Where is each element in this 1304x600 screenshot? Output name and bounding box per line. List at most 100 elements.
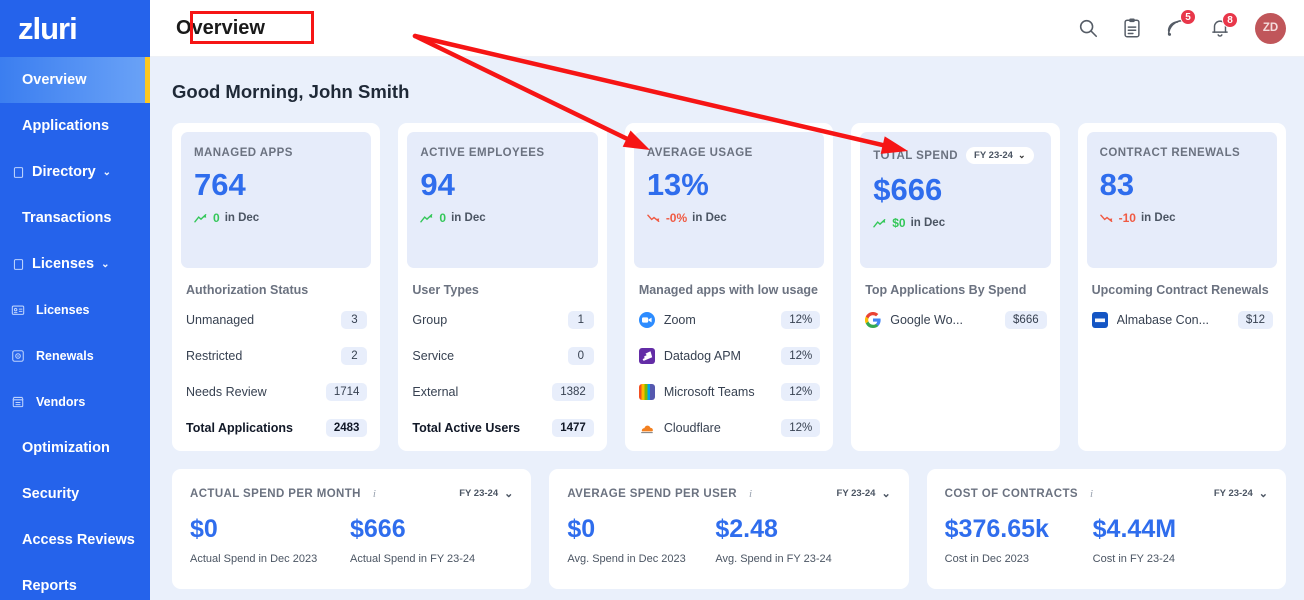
kpi-card: ACTIVE EMPLOYEES 94 0 in Dec User Types Group… [398, 123, 607, 451]
search-icon[interactable] [1077, 17, 1099, 39]
kpi-delta: -10 in Dec [1099, 211, 1264, 225]
list-item[interactable]: Almabase Con... $12 [1087, 302, 1277, 338]
trend-up-icon [194, 213, 208, 223]
sidebar-item-label: Directory [32, 164, 96, 180]
list-item-value: 1 [567, 311, 594, 329]
cloudflare-app-icon [638, 420, 655, 436]
sidebar-item-applications[interactable]: Applications [0, 103, 150, 149]
list-item-label: Restricted [186, 349, 243, 363]
sidebar-item-vendors-sub[interactable]: Vendors [0, 379, 150, 425]
list-item[interactable]: Total Active Users 1477 [407, 410, 597, 446]
fiscal-year-dropdown[interactable]: FY 23-24 ⌄ [459, 487, 513, 500]
trend-down-icon [647, 213, 661, 223]
vendors-icon [10, 394, 26, 410]
list-item[interactable]: External 1382 [407, 374, 597, 410]
list-item-label: Almabase Con... [1116, 313, 1210, 327]
list-item[interactable]: Zoom 12% [634, 302, 824, 338]
sidebar-item-directory[interactable]: Directory ⌄ [0, 149, 150, 195]
greeting: Good Morning, John Smith [172, 81, 410, 102]
sidebar-item-label: Reports [22, 578, 77, 594]
list-item[interactable]: Service 0 [407, 338, 597, 374]
list-item[interactable]: Total Applications 2483 [181, 410, 371, 446]
spend-stat: $4.44M Cost in FY 23-24 [1092, 515, 1268, 565]
sidebar-item-label: Renewals [36, 349, 94, 363]
topbar-icons: 5 8 ZD [1077, 9, 1286, 44]
sidebar-item-label: Security [22, 486, 80, 502]
licenses-icon [10, 256, 26, 272]
list-item[interactable]: Needs Review 1714 [181, 374, 371, 410]
list-item-value: $12 [1237, 311, 1274, 329]
kpi-title-row: ACTIVE EMPLOYEES [420, 147, 584, 159]
kpi-header: CONTRACT RENEWALS 83 -10 in Dec [1086, 132, 1278, 268]
sidebar-item-reports[interactable]: Reports [0, 563, 150, 600]
sidebar-item-label: Transactions [22, 210, 112, 226]
kpi-breakdown-list: Google Wo... $666 [860, 302, 1050, 338]
list-item[interactable]: Group 1 [407, 302, 597, 338]
kpi-subtitle: Upcoming Contract Renewals [1091, 283, 1269, 297]
spend-card: AVERAGE SPEND PER USER i FY 23-24 ⌄ $0 Avg. S… [549, 469, 909, 589]
spend-card: ACTUAL SPEND PER MONTH i FY 23-24 ⌄ $0 Actual… [172, 469, 532, 589]
kpi-delta: 0 in Dec [194, 211, 358, 225]
fiscal-year-value: FY 23-24 [1213, 488, 1253, 499]
sidebar-item-optimization[interactable]: Optimization [0, 425, 150, 471]
clipboard-icon[interactable] [1121, 17, 1143, 39]
chevron-down-icon[interactable]: ⌄ [101, 259, 109, 270]
logo[interactable]: zluri [0, 0, 150, 57]
sidebar-item-licenses-sub[interactable]: Licenses [0, 287, 150, 333]
sidebar-item-label: Licenses [36, 303, 90, 317]
fiscal-year-dropdown[interactable]: FY 23-24 ⌄ [1214, 487, 1268, 500]
kpi-subtitle: Top Applications By Spend [865, 283, 1027, 297]
kpi-value: 94 [420, 167, 455, 202]
list-item[interactable]: Google Wo... $666 [860, 302, 1050, 338]
info-icon[interactable]: i [373, 488, 376, 500]
bottom-card-row: ACTUAL SPEND PER MONTH i FY 23-24 ⌄ $0 Actual… [172, 469, 1286, 589]
list-item-label: Group [412, 313, 448, 327]
list-item-value: 12% [781, 347, 821, 365]
chevron-down-icon: ⌄ [1017, 150, 1026, 160]
kpi-header: ACTIVE EMPLOYEES 94 0 in Dec [407, 132, 598, 268]
kpi-value: 83 [1099, 167, 1135, 202]
fiscal-year-dropdown[interactable]: FY 23-24 ⌄ [966, 147, 1034, 164]
kpi-title-row: AVERAGE USAGE [647, 147, 811, 159]
list-item-value: 12% [781, 311, 821, 329]
avatar[interactable]: ZD [1255, 12, 1286, 44]
spend-card-header: AVERAGE SPEND PER USER i FY 23-24 ⌄ [567, 487, 891, 501]
rss-icon[interactable]: 5 [1165, 9, 1196, 39]
sidebar-item-security[interactable]: Security [0, 471, 150, 517]
license-card-icon [10, 302, 26, 318]
kpi-delta-period: in Dec [910, 217, 946, 230]
list-item[interactable]: Datadog APM 12% [634, 338, 824, 374]
fiscal-year-dropdown[interactable]: FY 23-24 ⌄ [837, 487, 891, 500]
sidebar-item-access-reviews[interactable]: Access Reviews [0, 517, 150, 563]
kpi-delta: -0% in Dec [647, 211, 811, 225]
spend-stat-value: $0 [190, 515, 218, 543]
kpi-delta-value: $0 [892, 216, 906, 231]
sidebar-item-overview[interactable]: Overview [0, 57, 150, 103]
spend-stat: $0 Avg. Spend in Dec 2023 [567, 515, 715, 564]
trend-up-icon [873, 218, 887, 228]
spend-stat-value: $376.65k [944, 515, 1049, 543]
list-item[interactable]: Microsoft Teams 12% [634, 374, 824, 410]
kpi-delta-period: in Dec [692, 212, 727, 225]
info-icon[interactable]: i [1090, 488, 1093, 500]
sidebar-item-label: Overview [22, 72, 87, 88]
spend-card: COST OF CONTRACTS i FY 23-24 ⌄ $376.65k Cost … [926, 469, 1286, 589]
sidebar-item-renewals-sub[interactable]: Renewals [0, 333, 150, 379]
msteams-app-icon [638, 384, 655, 400]
fiscal-year-value: FY 23-24 [459, 488, 499, 499]
list-item-value: 12% [781, 383, 821, 401]
list-item[interactable]: Unmanaged 3 [181, 302, 371, 338]
kpi-header: AVERAGE USAGE 13% -0% in Dec [633, 132, 825, 268]
bell-badge: 8 [1222, 12, 1238, 28]
kpi-delta-period: in Dec [451, 212, 486, 225]
kpi-delta-value: 0 [439, 211, 447, 226]
list-item[interactable]: Restricted 2 [181, 338, 371, 374]
list-item-value: 1382 [552, 383, 594, 401]
bell-icon[interactable]: 8 [1209, 12, 1238, 39]
sidebar-item-licenses[interactable]: Licenses ⌄ [0, 241, 150, 287]
list-item[interactable]: Cloudflare 12% [634, 410, 824, 446]
sidebar-item-transactions[interactable]: Transactions [0, 195, 150, 241]
info-icon[interactable]: i [749, 488, 752, 500]
chevron-down-icon[interactable]: ⌄ [103, 167, 111, 178]
spend-stat-caption: Cost in FY 23-24 [1092, 552, 1175, 565]
